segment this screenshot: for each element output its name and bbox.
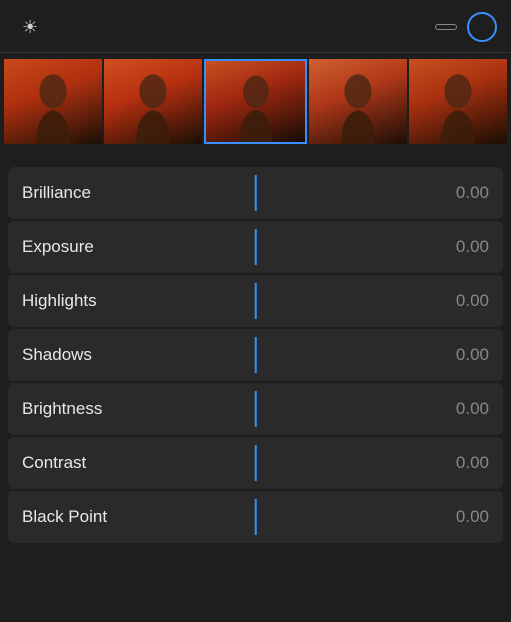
slider-row[interactable]: Exposure0.00 (8, 221, 503, 273)
slider-label: Black Point (22, 507, 439, 527)
header-left: ☀ (14, 17, 417, 38)
slider-label: Contrast (22, 453, 439, 473)
slider-row[interactable]: Brightness0.00 (8, 383, 503, 435)
filmstrip-item[interactable] (4, 59, 102, 144)
filmstrip-item[interactable] (309, 59, 407, 144)
slider-row[interactable]: Contrast0.00 (8, 437, 503, 489)
toggle-circle-button[interactable] (467, 12, 497, 42)
auto-button[interactable] (435, 24, 457, 30)
slider-label: Exposure (22, 237, 439, 257)
slider-label: Shadows (22, 345, 439, 365)
slider-label: Highlights (22, 291, 439, 311)
slider-row[interactable]: Highlights0.00 (8, 275, 503, 327)
slider-label: Brightness (22, 399, 439, 419)
header-controls (425, 12, 497, 42)
slider-row[interactable]: Black Point0.00 (8, 491, 503, 543)
filmstrip-item[interactable] (104, 59, 202, 144)
slider-label: Brilliance (22, 183, 439, 203)
filmstrip-item[interactable] (409, 59, 507, 144)
slider-row[interactable]: Brilliance0.00 (8, 167, 503, 219)
slider-value: 0.00 (439, 237, 489, 257)
panel-header: ☀ (0, 0, 511, 53)
slider-value: 0.00 (439, 345, 489, 365)
sun-icon: ☀ (22, 17, 38, 38)
options-header[interactable] (0, 155, 511, 167)
slider-value: 0.00 (439, 291, 489, 311)
filmstrip (0, 59, 511, 149)
slider-row[interactable]: Shadows0.00 (8, 329, 503, 381)
light-panel: ☀ (0, 0, 511, 622)
slider-value: 0.00 (439, 507, 489, 527)
slider-value: 0.00 (439, 183, 489, 203)
filmstrip-item-active[interactable] (204, 59, 306, 144)
slider-value: 0.00 (439, 399, 489, 419)
slider-value: 0.00 (439, 453, 489, 473)
sliders-list: Brilliance0.00Exposure0.00Highlights0.00… (0, 167, 511, 622)
